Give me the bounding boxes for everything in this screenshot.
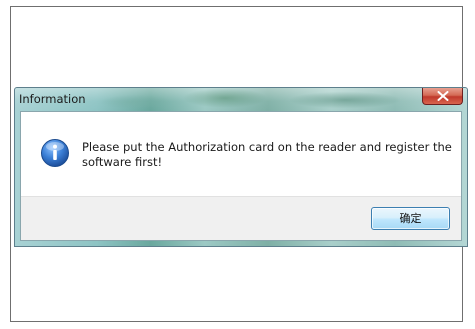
close-button[interactable] [422, 88, 463, 105]
dialog-body: Please put the Authorization card on the… [20, 111, 462, 241]
ok-button[interactable]: 确定 [371, 207, 450, 230]
button-bar: 确定 [21, 196, 461, 240]
message-area: Please put the Authorization card on the… [21, 112, 461, 196]
information-dialog: Information Please put the Authorization… [14, 87, 468, 247]
dialog-titlebar[interactable]: Information [15, 88, 467, 110]
dialog-title: Information [19, 92, 86, 106]
information-icon [41, 139, 69, 167]
dialog-message: Please put the Authorization card on the… [82, 140, 452, 169]
close-icon [437, 91, 449, 101]
